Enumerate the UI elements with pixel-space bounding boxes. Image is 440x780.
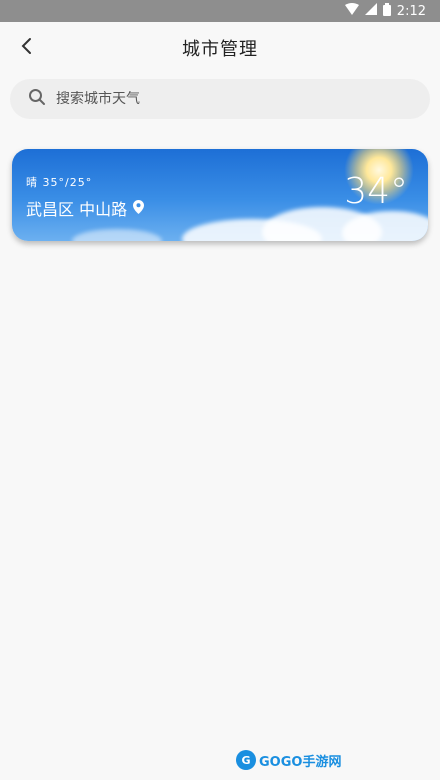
search-icon: [28, 88, 46, 110]
status-bar: 2:12: [0, 0, 440, 22]
back-button[interactable]: [10, 32, 42, 64]
header: 城市管理: [0, 22, 440, 74]
city-weather-card[interactable]: 晴 35°/25° 武昌区 中山路 34°: [12, 149, 428, 241]
watermark: G GOGO手游网: [236, 749, 341, 771]
status-time: 2:12: [396, 3, 426, 19]
chevron-left-icon: [20, 37, 32, 59]
location-row: 武昌区 中山路: [26, 196, 145, 220]
battery-icon: [382, 2, 391, 20]
cellular-signal-icon: [364, 3, 377, 19]
watermark-text: GOGO手游网: [259, 754, 342, 770]
search-input[interactable]: [56, 91, 356, 107]
wifi-icon: [344, 3, 359, 19]
map-pin-icon: [133, 199, 145, 218]
search-bar[interactable]: [10, 79, 430, 119]
page-title: 城市管理: [182, 39, 258, 60]
cloud-image: [72, 229, 162, 241]
weather-condition: 晴 35°/25°: [26, 176, 93, 189]
watermark-logo-icon: G: [236, 750, 256, 770]
location-name: 武昌区 中山路: [26, 200, 128, 219]
current-temperature: 34°: [344, 171, 408, 212]
